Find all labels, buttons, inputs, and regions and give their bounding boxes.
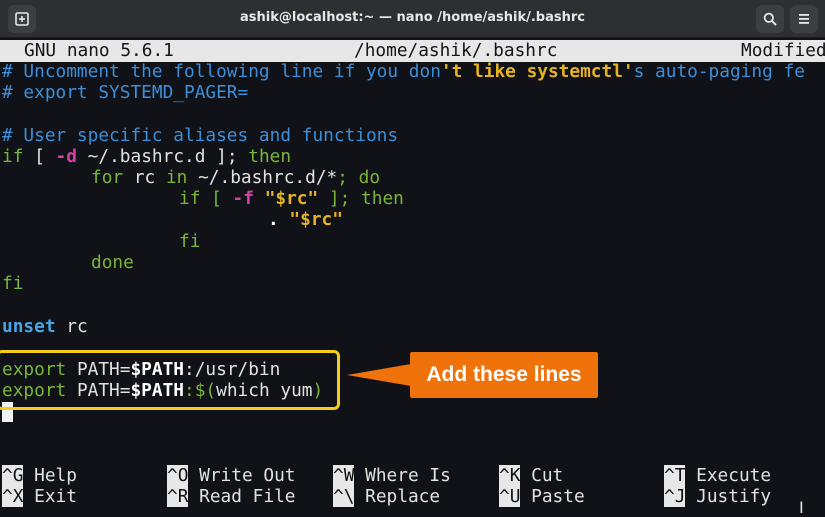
window-title: ashik@localhost:~ — nano /home/ashik/.ba… — [240, 10, 585, 25]
window-titlebar: ashik@localhost:~ — nano /home/ashik/.ba… — [0, 0, 825, 38]
terminal-area[interactable]: GNU nano 5.6.1 /home/ashik/.bashrc Modif… — [0, 38, 825, 517]
code-line-7: if [ -f "$rc" ]; then — [179, 188, 404, 209]
nano-header-bar: GNU nano 5.6.1 /home/ashik/.bashrc Modif… — [0, 40, 825, 62]
menu-button[interactable] — [790, 5, 818, 33]
code-line-11: fi — [2, 273, 24, 294]
code-line-13: unset rc — [2, 316, 88, 337]
mouse-pointer-icon: I — [799, 498, 804, 517]
shortcut-help[interactable]: ^G Help — [2, 465, 77, 487]
code-line-1: # Uncomment the following line if you do… — [2, 61, 805, 82]
shortcut-justify[interactable]: ^J Justify — [664, 486, 771, 508]
search-button[interactable] — [756, 5, 784, 33]
search-icon — [763, 12, 777, 26]
shortcut-write-out[interactable]: ^O Write Out — [167, 465, 296, 487]
nano-version: GNU nano 5.6.1 — [24, 40, 174, 61]
shortcut-cut[interactable]: ^K Cut — [499, 465, 563, 487]
file-path: /home/ashik/.bashrc — [354, 40, 558, 61]
shortcut-paste[interactable]: ^U Paste — [499, 486, 585, 508]
code-line-4: # User specific aliases and functions — [2, 125, 399, 146]
hamburger-menu-icon — [799, 14, 809, 24]
code-line-8: . "$rc" — [268, 209, 343, 230]
shortcut-read-file[interactable]: ^R Read File — [167, 486, 296, 508]
code-line-9: fi — [179, 231, 201, 252]
shortcut-exit[interactable]: ^X Exit — [2, 486, 77, 508]
code-line-10: done — [91, 252, 134, 273]
modified-status: Modified — [741, 40, 825, 61]
annotation-callout: Add these lines — [410, 352, 598, 398]
callout-arrow — [347, 364, 411, 386]
code-line-6: for rc in ~/.bashrc.d/*; do — [91, 167, 381, 188]
shortcut-where-is[interactable]: ^W Where Is — [333, 465, 451, 487]
code-line-5: if [ -d ~/.bashrc.d ]; then — [2, 146, 292, 167]
shortcut-replace[interactable]: ^\ Replace — [333, 486, 440, 508]
highlight-box — [0, 350, 340, 410]
shortcut-execute[interactable]: ^T Execute — [664, 465, 771, 487]
code-line-2: # export SYSTEMD_PAGER= — [2, 82, 249, 103]
